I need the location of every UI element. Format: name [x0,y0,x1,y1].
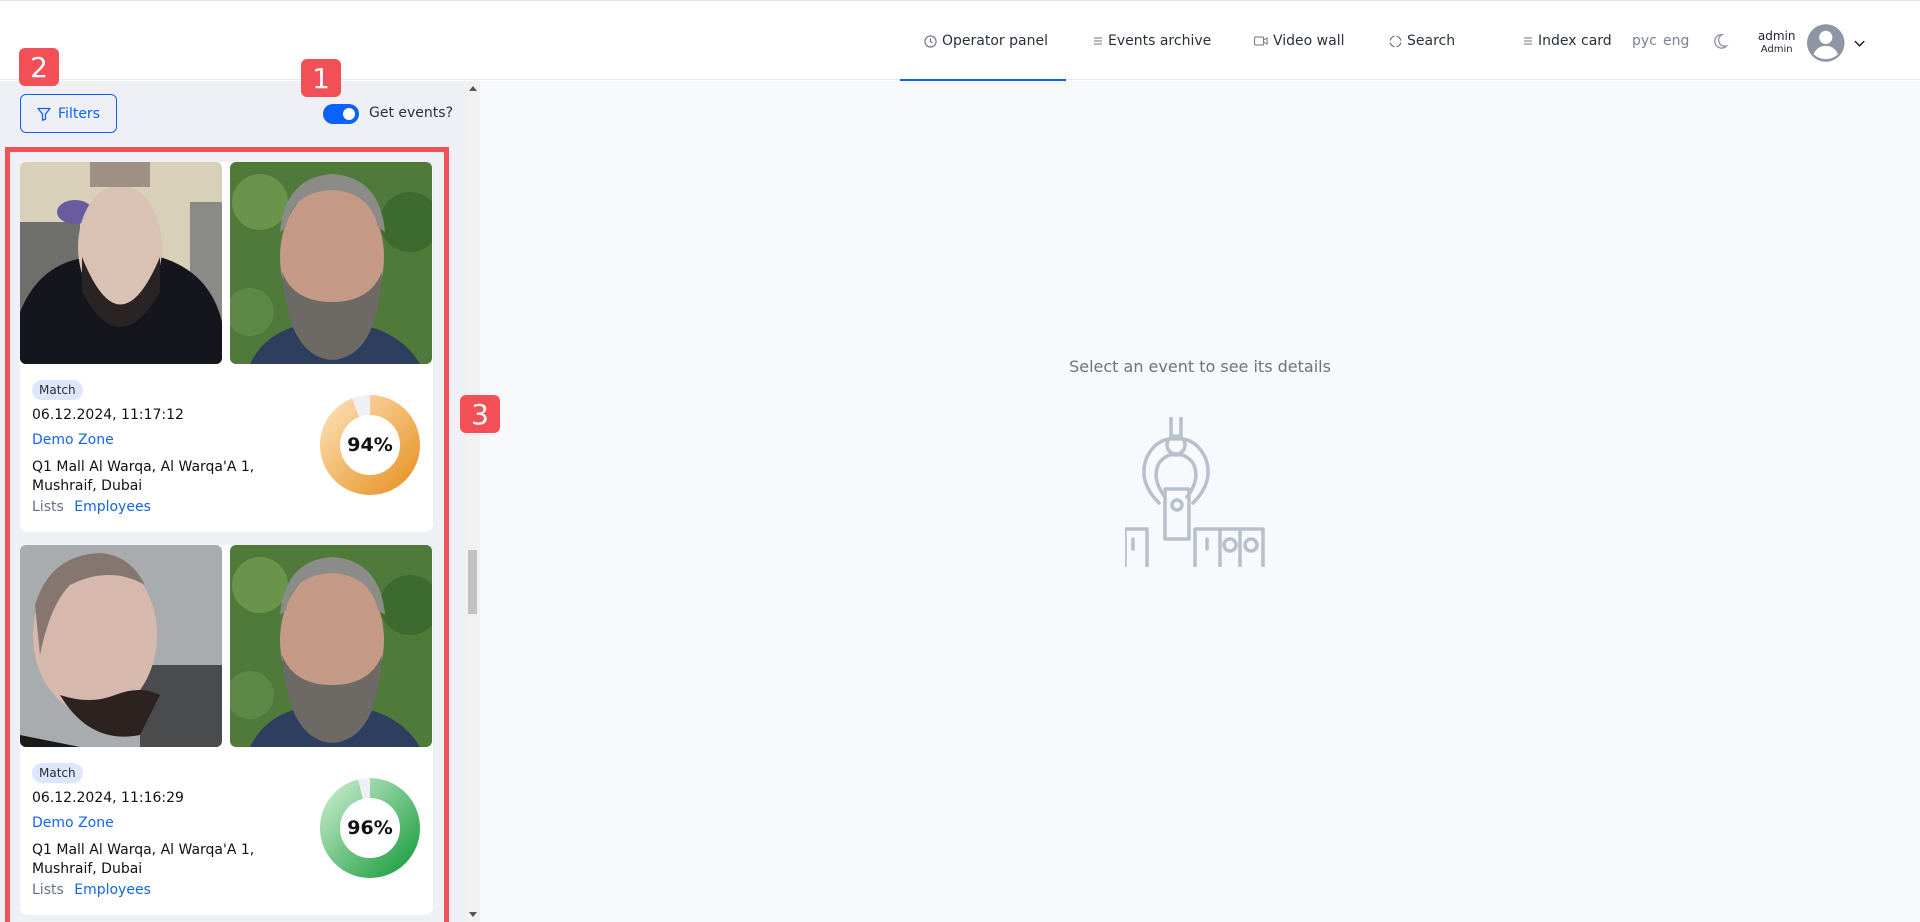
user-menu[interactable]: admin Admin [1756,23,1866,63]
event-card[interactable]: Match 06.12.2024, 11:17:12 Demo Zone Q1 … [20,162,433,532]
filters-label: Filters [58,105,100,122]
reference-face-photo [230,545,432,747]
scroll-down-arrow-icon[interactable] [469,912,477,917]
clock-icon [924,34,937,48]
event-list: Match 06.12.2024, 11:17:12 Demo Zone Q1 … [5,147,449,922]
empty-state-message: Select an event to see its details [1069,357,1331,376]
match-score-text: 94% [347,434,393,456]
get-events-label: Get events? [369,105,453,121]
top-bar: Operator panel Events archive Video wall… [0,0,1920,82]
search-target-icon [1389,34,1402,48]
user-role: Admin [1760,44,1793,55]
match-badge: Match [32,763,83,783]
nav-label: Video wall [1273,33,1345,49]
events-panel: Filters Get events? Match 06.12.2024, 11… [0,81,480,922]
event-card[interactable]: Match 06.12.2024, 11:16:29 Demo Zone Q1 … [20,545,433,915]
lists-label: Lists [32,499,64,515]
moon-icon[interactable] [1711,32,1729,50]
match-badge: Match [32,380,83,400]
match-score-text: 96% [347,817,393,839]
main-nav: Operator panel Events archive Video wall… [900,1,1612,82]
filter-icon [37,107,51,121]
avatar [1807,24,1845,62]
event-zone-link[interactable]: Demo Zone [32,432,114,448]
scroll-thumb[interactable] [468,550,477,614]
annotation-marker-1: 1 [301,59,341,97]
nav-search[interactable]: Search [1364,1,1486,81]
event-datetime: 06.12.2024, 11:17:12 [32,407,184,423]
user-info: admin Admin [1756,29,1797,57]
list-icon [1523,36,1533,46]
nav-label: Index card [1538,33,1612,49]
nav-events-archive[interactable]: Events archive [1066,1,1229,81]
event-datetime: 06.12.2024, 11:16:29 [32,790,184,806]
lang-ru[interactable]: рус [1632,1,1657,81]
lists-label: Lists [32,882,64,898]
annotation-marker-2: 2 [19,48,59,86]
event-address: Q1 Mall Al Warqa, Al Warqa'A 1, Mushraif… [32,459,255,494]
event-lists: Lists Employees [32,499,151,515]
event-list-scrollbar[interactable] [466,81,480,922]
annotation-marker-3: 3 [460,395,500,433]
filters-button[interactable]: Filters [20,94,117,133]
robot-arm-illustration-icon [1125,417,1265,567]
video-camera-icon [1254,36,1268,46]
list-link[interactable]: Employees [74,882,151,898]
event-details-area: Select an event to see its details [480,81,1920,922]
nav-index-card[interactable]: Index card [1486,1,1612,81]
event-face-photo [20,545,222,747]
nav-operator-panel[interactable]: Operator panel [900,1,1066,82]
list-icon [1093,36,1103,46]
event-face-photo [20,162,222,364]
lang-en[interactable]: eng [1663,1,1689,81]
nav-label: Search [1407,33,1456,49]
chevron-down-icon [1854,40,1865,47]
nav-video-wall[interactable]: Video wall [1229,1,1364,81]
nav-label: Events archive [1108,33,1212,49]
reference-face-photo [230,162,432,364]
scroll-up-arrow-icon[interactable] [469,86,477,91]
event-zone-link[interactable]: Demo Zone [32,815,114,831]
user-name: admin [1757,29,1796,43]
nav-label: Operator panel [942,33,1048,49]
get-events-toggle[interactable] [323,104,359,124]
list-link[interactable]: Employees [74,499,151,515]
event-lists: Lists Employees [32,882,151,898]
event-address: Q1 Mall Al Warqa, Al Warqa'A 1, Mushraif… [32,842,255,877]
